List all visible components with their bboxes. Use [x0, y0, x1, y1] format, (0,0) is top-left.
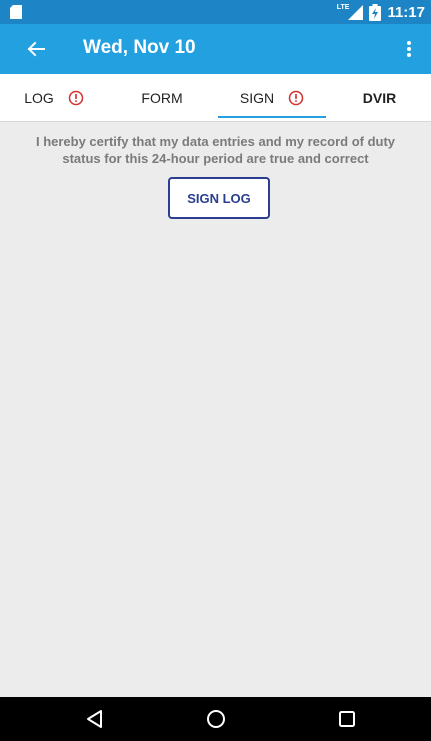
- sign-log-button[interactable]: SIGN LOG: [168, 177, 270, 219]
- back-button[interactable]: [22, 35, 50, 63]
- tab-log-label: LOG: [24, 89, 54, 106]
- signal-icon: [348, 5, 364, 20]
- network-type: LTE: [336, 3, 350, 11]
- status-bar: LTE 11:17: [0, 0, 431, 24]
- clock: 11:17: [387, 3, 425, 21]
- page-title: Wed, Nov 10: [83, 37, 196, 58]
- more-options-button[interactable]: [399, 35, 419, 63]
- app-bar: Wed, Nov 10: [0, 24, 431, 74]
- tab-sign-label: SIGN: [239, 89, 275, 106]
- tab-dvir-label: DVIR: [362, 89, 397, 106]
- nav-home-icon[interactable]: [204, 707, 228, 731]
- system-nav-bar: [0, 697, 431, 741]
- certification-statement: I hereby certify that my data entries an…: [35, 134, 396, 166]
- tab-sign[interactable]: SIGN: [216, 74, 328, 121]
- alert-icon: [288, 90, 304, 105]
- tab-bar: LOG FORM SIGN DVIR: [0, 74, 431, 122]
- alert-icon: [68, 90, 84, 105]
- arrow-left-icon: [27, 41, 45, 57]
- nav-back-icon[interactable]: [83, 707, 107, 731]
- sd-card-icon: [10, 5, 22, 19]
- tab-dvir[interactable]: DVIR: [328, 74, 431, 121]
- active-tab-indicator: [218, 116, 326, 118]
- tab-form-label: FORM: [141, 89, 183, 106]
- status-bar-right: LTE 11:17: [337, 0, 425, 24]
- battery-charging-icon: [369, 3, 382, 21]
- tab-form[interactable]: FORM: [108, 74, 216, 121]
- nav-recents-icon[interactable]: [335, 707, 359, 731]
- more-vert-icon: [407, 41, 411, 57]
- tab-log[interactable]: LOG: [0, 74, 108, 121]
